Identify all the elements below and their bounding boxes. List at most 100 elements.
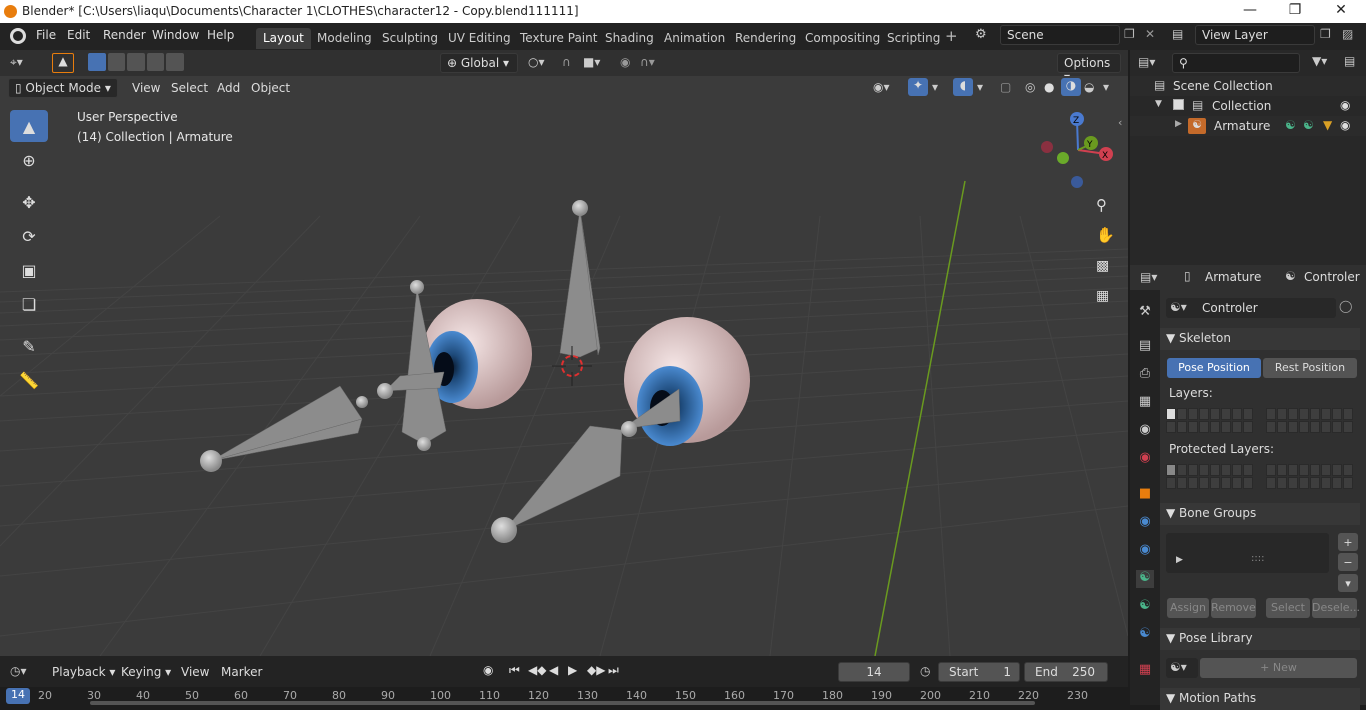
assign-button[interactable]: Assign [1167,598,1209,618]
new-view-layer-icon[interactable]: ❐ [1320,27,1331,41]
layers-grid-left[interactable] [1166,408,1253,433]
pose-library-panel-header[interactable]: ▼ Pose Library [1160,628,1360,650]
pose-library-browse-icon[interactable]: ☯▾ [1166,658,1198,678]
wireframe-shading-icon[interactable]: ◎ [1025,80,1035,94]
frame-ruler[interactable]: 14 20 30 40 50 60 70 80 90 100 110 120 130 140 150 160… [0,687,1128,705]
scene-tab-icon[interactable]: ◉ [1136,422,1154,440]
overlays-icon[interactable]: ◖ [953,78,973,96]
menu-window[interactable]: Window [152,28,199,42]
start-frame-field[interactable]: Start 1 [938,662,1020,682]
eye-icon[interactable]: ◉ [1340,98,1350,112]
proportional-edit-icon[interactable]: ◉ [620,55,630,69]
outliner-row-scene-collection[interactable]: ▤ Scene Collection [1130,76,1366,96]
perspective-grid-icon[interactable]: ▦ [1096,288,1109,304]
outliner-search-input[interactable]: ⚲ [1172,53,1300,73]
play-reverse-icon[interactable]: ◀ [549,663,558,677]
left-eye[interactable] [422,299,532,409]
menu-marker[interactable]: Marker [221,665,262,679]
select-extend-icon[interactable] [107,53,126,71]
remove-view-layer-icon[interactable]: ▨ [1342,27,1353,41]
remove-bone-group-button[interactable]: − [1338,553,1358,571]
expand-icon[interactable]: ▼ [1155,99,1162,109]
tab-animation[interactable]: Animation [657,28,732,49]
rendered-shading-icon[interactable]: ◒ [1084,80,1094,94]
pose-position-button[interactable]: Pose Position [1167,358,1261,378]
cursor-tool-icon[interactable]: ⊕ [10,144,48,176]
outliner-row-armature[interactable]: ▶ ☯ Armature ☯ ☯ ▼ ◉ [1130,116,1366,136]
checkbox-icon[interactable] [1173,99,1184,110]
tool-tab-icon[interactable]: ⚒ [1136,304,1154,322]
new-pose-library-button[interactable]: + New [1200,658,1357,678]
xray-icon[interactable]: ▢ [1000,80,1011,94]
select-invert-icon[interactable] [146,53,165,71]
deselect-button[interactable]: Desele... [1312,598,1360,618]
pan-hand-icon[interactable]: ✋ [1096,226,1115,244]
menu-object[interactable]: Object [251,81,290,95]
tab-uv-editing[interactable]: UV Editing [441,28,518,49]
current-frame-field[interactable]: 14 [838,662,910,682]
jump-end-icon[interactable]: ⏭ [608,663,619,678]
bone-groups-list[interactable]: ▶ :::: [1166,533,1329,573]
menu-select[interactable]: Select [171,81,208,95]
overlays-dropdown-icon[interactable]: ▾ [977,80,983,94]
shading-dropdown-icon[interactable]: ▾ [1103,80,1109,94]
filter-icon[interactable]: ▼▾ [1312,54,1327,68]
stopwatch-icon[interactable]: ◷ [920,664,930,678]
jump-start-icon[interactable]: ⏮ [509,663,520,678]
scene-field[interactable]: Scene [1000,25,1120,45]
menu-render[interactable]: Render [103,28,146,42]
transform-orientation-dropdown[interactable]: ⊕ Global ▾ [440,53,518,73]
annotate-tool-icon[interactable]: ✎ [10,330,48,362]
physics-tab-icon[interactable]: ◉ [1136,542,1154,560]
menu-help[interactable]: Help [207,28,234,42]
view-layer-icon[interactable]: ▤ [1172,27,1183,41]
new-scene-icon[interactable]: ❐ [1124,27,1135,41]
protected-layers-grid-left[interactable] [1166,464,1253,489]
world-tab-icon[interactable]: ◉ [1136,450,1154,468]
sidebar-toggle-icon[interactable]: ‹ [1118,116,1122,129]
right-eye[interactable] [624,317,750,446]
rotate-tool-icon[interactable]: ⟳ [10,220,48,252]
snap-icon[interactable]: ∩ [562,55,571,69]
bone-groups-panel-header[interactable]: ▼ Bone Groups [1160,503,1360,525]
navigation-gizmo[interactable]: Z X Y [1041,112,1113,188]
viewport-scene[interactable]: Z X Y [0,76,1128,656]
editor-type-icon[interactable]: ⌖▾ [10,55,23,70]
layers-grid-right[interactable] [1266,408,1353,433]
menu-timeline-view[interactable]: View [181,665,209,679]
remove-button[interactable]: Remove [1211,598,1256,618]
3d-viewport[interactable]: Z X Y User Perspective (14) Collection |… [0,76,1128,656]
scene-icon[interactable]: ⚙ [975,27,987,42]
protected-layers-grid-right[interactable] [1266,464,1353,489]
outliner-editor-icon[interactable]: ▤▾ [1138,55,1155,69]
bone-tab-icon[interactable]: ☯ [1136,598,1154,616]
menu-file[interactable]: File [36,28,56,42]
render-tab-icon[interactable]: ▤ [1136,338,1154,356]
next-keyframe-icon[interactable]: ◆▶ [587,663,605,677]
add-bone-group-button[interactable]: + [1338,533,1358,551]
expand-icon[interactable]: ▶ [1176,555,1183,565]
select-button[interactable]: Select [1266,598,1310,618]
tab-modeling[interactable]: Modeling [310,28,379,49]
prev-keyframe-icon[interactable]: ◀◆ [528,663,546,677]
menu-add[interactable]: Add [217,81,240,95]
menu-edit[interactable]: Edit [67,28,90,42]
armature-data-tab-icon[interactable]: ☯ [1136,570,1154,588]
gizmo-toggle-icon[interactable]: ✦ [908,78,928,96]
select-subtract-icon[interactable] [127,53,145,71]
add-workspace-icon[interactable]: + [945,27,958,45]
pivot-icon[interactable]: ○▾ [528,55,545,69]
tab-texture-paint[interactable]: Texture Paint [513,28,604,49]
falloff-icon[interactable]: ∩▾ [640,55,655,69]
move-tool-icon[interactable]: ✥ [10,186,48,218]
solid-shading-icon[interactable]: ● [1044,80,1054,94]
motion-paths-panel-header[interactable]: ▼ Motion Paths [1160,688,1360,710]
new-collection-icon[interactable]: ▤ [1344,54,1355,68]
scale-tool-icon[interactable]: ▣ [10,254,48,286]
object-mode-dropdown[interactable]: ▯ Object Mode ▾ [8,78,118,98]
constraint-tab-icon[interactable]: ☯ [1136,626,1154,644]
tab-scripting[interactable]: Scripting [880,28,947,49]
select-new-icon[interactable] [88,53,106,71]
select-tool-icon[interactable]: ▲ [52,53,74,73]
record-icon[interactable]: ◉ [483,663,493,677]
